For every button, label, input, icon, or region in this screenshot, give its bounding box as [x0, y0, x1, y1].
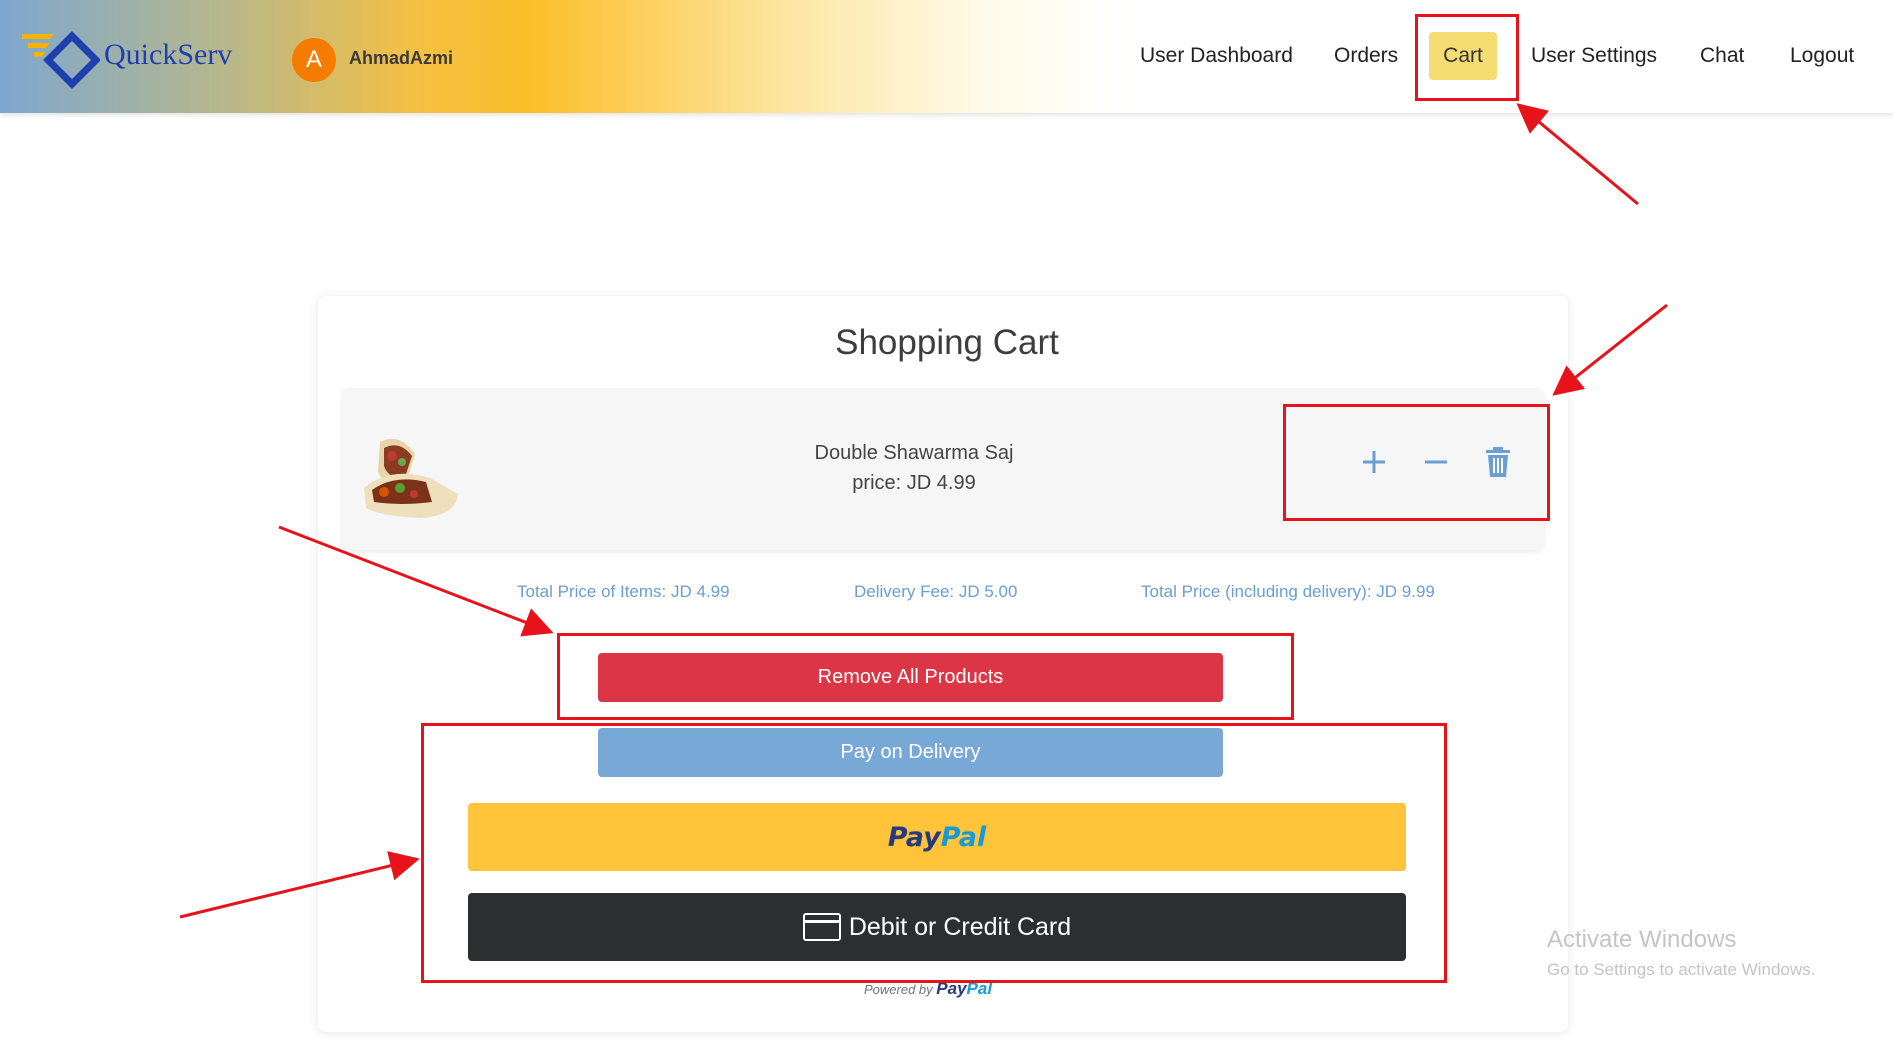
nav-user-settings[interactable]: User Settings [1531, 40, 1657, 72]
annotation-box-cart [1415, 14, 1519, 101]
annotation-box-payment [421, 723, 1447, 983]
delivery-fee: Delivery Fee: JD 5.00 [854, 582, 1018, 601]
brand-name[interactable]: QuickServ [104, 38, 232, 72]
item-name: Double Shawarma Saj [814, 442, 1014, 464]
quickserv-logo-icon[interactable] [20, 30, 100, 90]
page-title: Shopping Cart [835, 323, 1059, 362]
avatar[interactable]: A [292, 38, 336, 82]
items-total: Total Price of Items: JD 4.99 [517, 582, 730, 601]
powered-by-text: Powered by [864, 982, 933, 997]
nav-orders[interactable]: Orders [1334, 40, 1398, 72]
item-price: price: JD 4.99 [852, 472, 976, 494]
grand-total: Total Price (including delivery): JD 9.9… [1141, 582, 1435, 601]
shawarma-image [364, 438, 458, 518]
nav-chat[interactable]: Chat [1700, 40, 1744, 72]
annotation-box-remove-all [557, 633, 1294, 720]
top-navbar: QuickServ A AhmadAzmi User Dashboard Ord… [0, 0, 1894, 113]
username: AhmadAzmi [349, 48, 454, 68]
windows-activation-subtitle: Go to Settings to activate Windows. [1547, 960, 1816, 979]
nav-logout[interactable]: Logout [1790, 40, 1854, 72]
annotation-box-item-controls [1283, 404, 1550, 521]
windows-activation-title: Activate Windows [1547, 926, 1737, 953]
nav-user-dashboard[interactable]: User Dashboard [1140, 40, 1293, 72]
